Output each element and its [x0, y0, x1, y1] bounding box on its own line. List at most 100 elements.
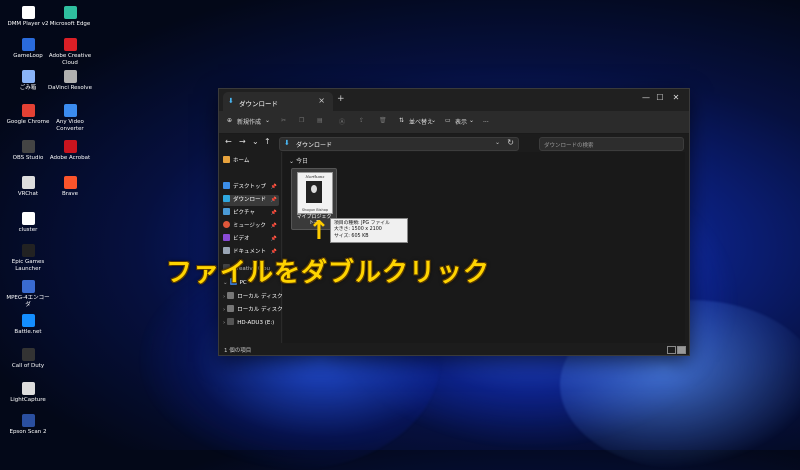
desktop-icon[interactable]: Epic Games Launcher — [4, 244, 52, 272]
address-bar[interactable]: ⬇ ダウンロード ⌄ ↻ — [279, 137, 519, 151]
app-icon — [21, 176, 35, 189]
desktop-icon[interactable]: GameLoop — [4, 38, 52, 60]
file-list: ⌄ 今日 Northanz Shogun Bishop マイプロジェクト-1 — [283, 152, 685, 343]
file-tooltip: 項目の種類: JPG ファイル 大きさ: 1500 x 2100 サイズ: 60… — [330, 218, 408, 244]
home-icon — [223, 156, 230, 163]
desktop-icon-label: Any Video Converter — [56, 119, 84, 132]
maximize-button[interactable]: ☐ — [653, 93, 667, 102]
sidebar-item-videos[interactable]: ビデオ 📌 — [223, 234, 279, 245]
sidebar-item-local-disk[interactable]: › ローカル ディスク — [223, 305, 283, 316]
desktop-icon-label: Brave — [61, 191, 79, 197]
desktop-icon[interactable]: DaVinci Resolve — [46, 70, 94, 92]
chevron-right-icon[interactable]: › — [223, 307, 225, 313]
sidebar-item-music[interactable]: ミュージック 📌 — [223, 221, 279, 232]
copy-icon[interactable]: ❐ — [299, 117, 304, 124]
title-bar: ⬇ ダウンロード × + — ☐ ✕ — [219, 89, 689, 111]
desktop-icon[interactable]: Battle.net — [4, 314, 52, 336]
sidebar-item-home[interactable]: ホーム — [223, 156, 279, 167]
sidebar-item-local-disk[interactable]: › ローカル ディスク — [223, 292, 283, 303]
sidebar-item-label: HD-ADU3 (E:) — [237, 320, 275, 326]
more-options-button[interactable]: ... — [483, 117, 489, 124]
new-icon: ⊕ — [227, 117, 233, 124]
file-thumbnail: Northanz Shogun Bishop — [297, 172, 333, 214]
tab-downloads[interactable]: ⬇ ダウンロード × — [223, 92, 333, 111]
music-icon — [223, 221, 230, 228]
sort-button[interactable]: 並べ替え — [409, 117, 433, 126]
search-input[interactable]: ダウンロードの検索 — [539, 137, 684, 151]
desktop-icon — [223, 182, 230, 189]
paste-icon[interactable]: ▤ — [317, 117, 323, 124]
desktop-icon[interactable]: Adobe Acrobat — [46, 140, 94, 162]
desktop-icon[interactable]: VRChat — [4, 176, 52, 198]
desktop-icon[interactable]: MPEG-4エンコーダ — [4, 280, 52, 308]
back-arrow-icon[interactable]: ← — [225, 137, 232, 146]
desktop-icon[interactable]: OBS Studio — [4, 140, 52, 162]
minimize-button[interactable]: — — [639, 93, 653, 102]
desktop-icon[interactable]: ごみ箱 — [4, 70, 52, 92]
tiles-view-button[interactable] — [677, 346, 686, 354]
cut-icon[interactable]: ✂ — [281, 117, 286, 124]
sidebar-item-label: ミュージック — [233, 223, 266, 229]
chevron-right-icon[interactable]: › — [223, 294, 225, 300]
sidebar-item-pictures[interactable]: ピクチャ 📌 — [223, 208, 279, 219]
download-folder-icon: ⬇ — [228, 97, 234, 105]
delete-icon[interactable]: 🗑 — [379, 117, 387, 124]
app-icon — [21, 6, 35, 19]
refresh-icon[interactable]: ↻ — [507, 138, 514, 147]
new-button[interactable]: 新規作成 — [237, 117, 261, 126]
tooltip-size: サイズ: 605 KB — [334, 233, 369, 239]
desktop-icon[interactable]: cluster — [4, 212, 52, 234]
pin-icon: 📌 — [270, 210, 277, 216]
app-icon — [21, 280, 35, 293]
new-tab-button[interactable]: + — [337, 94, 345, 104]
group-header[interactable]: ⌄ 今日 — [289, 156, 308, 165]
pictures-icon — [223, 208, 230, 215]
desktop-icon-label: VRChat — [17, 191, 39, 197]
desktop-icon[interactable]: Google Chrome — [4, 104, 52, 126]
desktop-icon[interactable]: DMM Player v2 — [4, 6, 52, 28]
up-arrow-icon[interactable]: ↑ — [264, 137, 271, 146]
desktop-icon[interactable]: Call of Duty — [4, 348, 52, 370]
status-text: 1 個の項目 — [224, 348, 252, 354]
desktop-icon-label: Adobe Creative Cloud — [48, 53, 92, 66]
app-icon — [63, 140, 77, 153]
chevron-down-icon: ⌄ — [469, 117, 475, 124]
chevron-right-icon[interactable]: › — [223, 320, 225, 326]
sidebar-item-desktop[interactable]: デスクトップ 📌 — [223, 182, 279, 193]
sidebar-item-label: ピクチャ — [233, 210, 255, 216]
annotation-text: ファイルをダブルクリック — [166, 258, 491, 288]
share-icon[interactable]: ⇪ — [359, 117, 364, 124]
view-button[interactable]: 表示 — [455, 117, 467, 126]
sidebar-item-hd-drive[interactable]: › HD-ADU3 (E:) — [223, 318, 279, 329]
chevron-down-icon: ⌄ — [431, 117, 437, 124]
desktop-icon[interactable]: Any Video Converter — [46, 104, 94, 132]
desktop-icon[interactable]: LightCapture — [4, 382, 52, 404]
group-label: 今日 — [295, 158, 308, 165]
drive-icon — [227, 305, 235, 312]
file-explorer-window: ⬇ ダウンロード × + — ☐ ✕ ⊕ 新規作成 ⌄ ✂ ❐ ▤ Ⓐ ⇪ 🗑 … — [218, 88, 690, 356]
app-icon — [63, 38, 77, 51]
forward-arrow-icon[interactable]: → — [239, 137, 246, 146]
desktop-icon[interactable]: Brave — [46, 176, 94, 198]
sidebar-item-downloads[interactable]: ダウンロード 📌 — [223, 195, 279, 206]
app-icon — [63, 176, 77, 189]
close-tab-icon[interactable]: × — [318, 96, 325, 105]
close-window-button[interactable]: ✕ — [669, 93, 683, 102]
download-folder-icon: ⬇ — [284, 139, 290, 147]
desktop-icon[interactable]: Microsoft Edge — [46, 6, 94, 28]
videos-icon — [223, 234, 230, 241]
desktop-icon-label: MPEG-4エンコーダ — [6, 295, 50, 308]
desktop-icon-label: ごみ箱 — [19, 85, 37, 91]
desktop-icon-label: DaVinci Resolve — [48, 85, 92, 91]
app-icon — [63, 70, 77, 83]
details-view-button[interactable] — [667, 346, 676, 354]
drive-icon — [227, 318, 235, 325]
desktop-icon[interactable]: Epson Scan 2 — [4, 414, 52, 436]
rename-icon[interactable]: Ⓐ — [339, 117, 345, 126]
desktop-icon-label: Adobe Acrobat — [49, 155, 91, 161]
sidebar-item-label: ホーム — [233, 158, 250, 164]
app-icon — [21, 244, 35, 257]
chevron-down-icon[interactable]: ⌄ — [495, 139, 500, 146]
recent-chevron-icon[interactable]: ⌄ — [252, 137, 259, 146]
desktop-icon[interactable]: Adobe Creative Cloud — [46, 38, 94, 66]
